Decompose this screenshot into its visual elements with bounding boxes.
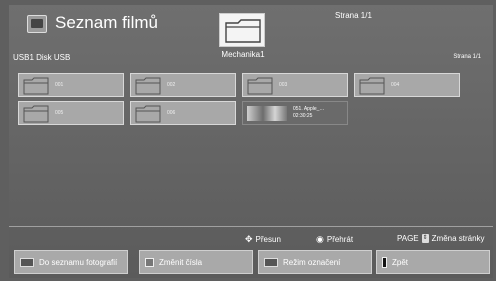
page-key-label: PAGE — [397, 234, 419, 243]
mark-mode-label: Režim označení — [283, 257, 341, 267]
video-tile-selected[interactable]: 051. Apple_… 02:30:25 — [242, 101, 348, 125]
folder-tile-002[interactable]: 002 — [130, 73, 236, 97]
folder-icon — [219, 13, 265, 47]
folder-tile-005[interactable]: 005 — [18, 101, 124, 125]
video-name: 051. Apple_… — [293, 106, 325, 112]
folder-name: 005 — [55, 110, 64, 116]
back-button[interactable]: Zpět — [376, 250, 490, 274]
folder-icon — [23, 77, 49, 95]
blue-key-icon — [382, 256, 387, 268]
folder-name: 001 — [55, 82, 64, 88]
movie-list-screen: Seznam filmů Mechanika1 Strana 1/1 USB1 … — [9, 5, 493, 278]
red-key-icon — [20, 257, 34, 267]
folder-icon — [135, 105, 161, 123]
usb-device-label: USB1 Disk USB — [13, 53, 71, 62]
change-number-button[interactable]: Změnit čísla — [139, 250, 253, 274]
folder-icon — [135, 77, 161, 95]
page-title: Seznam filmů — [55, 13, 158, 32]
file-grid: 001 002 003 004 005 006 051. Apple_… 02:… — [18, 73, 484, 223]
page-indicator-top: Strana 1/1 — [335, 11, 372, 20]
ok-icon: ◉ — [316, 234, 324, 244]
page-hint-label: Změna stránky — [431, 234, 485, 243]
photo-list-button[interactable]: Do seznamu fotografií — [14, 250, 128, 274]
folder-name: 002 — [167, 82, 176, 88]
folder-name: 003 — [279, 82, 288, 88]
move-hint: ✥ Přesun — [245, 234, 281, 245]
move-hint-label: Přesun — [255, 235, 281, 244]
video-thumbnail — [247, 106, 287, 121]
movie-list-icon — [27, 15, 47, 33]
page-indicator-right: Strana 1/1 — [453, 54, 481, 60]
page-hint: PAGE ⇕ Změna stránky — [397, 234, 485, 243]
folder-tile-006[interactable]: 006 — [130, 101, 236, 125]
folder-name: 004 — [391, 82, 400, 88]
folder-tile-001[interactable]: 001 — [18, 73, 124, 97]
folder-tile-004[interactable]: 004 — [354, 73, 460, 97]
photo-list-label: Do seznamu fotografií — [39, 257, 118, 267]
change-number-label: Změnit čísla — [159, 257, 203, 267]
folder-name: 006 — [167, 110, 176, 116]
play-hint: ◉ Přehrát — [316, 234, 353, 245]
drive-label: Mechanika1 — [221, 50, 265, 59]
folder-icon — [23, 105, 49, 123]
mark-mode-button[interactable]: Režim označení — [258, 250, 372, 274]
divider — [9, 226, 493, 227]
folder-icon — [359, 77, 385, 95]
video-duration: 02:30:25 — [293, 113, 313, 119]
move-icon: ✥ — [245, 234, 253, 244]
header: Seznam filmů Mechanika1 Strana 1/1 USB1 … — [9, 5, 493, 70]
folder-tile-003[interactable]: 003 — [242, 73, 348, 97]
back-label: Zpět — [392, 257, 409, 267]
play-hint-label: Přehrát — [326, 235, 354, 244]
folder-icon — [247, 77, 273, 95]
green-key-icon — [145, 257, 154, 267]
yellow-key-icon — [264, 257, 278, 267]
page-key-icon: ⇕ — [421, 234, 429, 243]
